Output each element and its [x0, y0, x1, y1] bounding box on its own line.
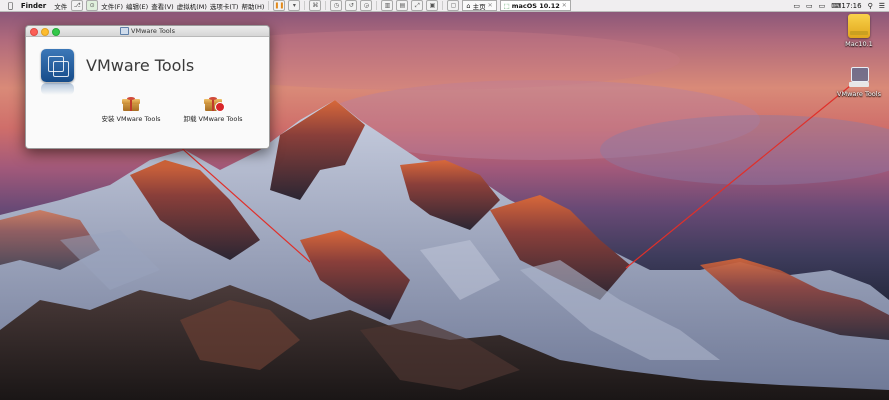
- disk-label: Mac10.1: [845, 40, 873, 48]
- vm-menu-tabs[interactable]: 选项卡(T): [210, 1, 239, 11]
- window-icon[interactable]: ▭: [793, 2, 800, 10]
- window-title: VMware Tools: [131, 27, 175, 35]
- uninstall-label: 卸载 VMware Tools: [183, 115, 243, 123]
- hard-disk-icon: [848, 14, 870, 38]
- pause-icon[interactable]: ❚❚: [273, 0, 286, 11]
- minimize-button[interactable]: [41, 28, 49, 36]
- vm-logo-icon[interactable]: ⎇: [71, 0, 84, 11]
- unity-icon[interactable]: ▣: [426, 0, 439, 11]
- product-title: VMware Tools: [86, 56, 195, 75]
- dropdown-icon[interactable]: ▾: [288, 0, 301, 11]
- vmtools-label: VMware Tools: [837, 90, 881, 98]
- console-view-icon[interactable]: ▢: [447, 0, 460, 11]
- window-titlebar[interactable]: VMware Tools: [26, 26, 269, 37]
- fullscreen-icon[interactable]: ⤢: [411, 0, 424, 11]
- install-vmware-tools[interactable]: 安装 VMware Tools: [96, 97, 166, 123]
- snapshot-manager-icon[interactable]: ◶: [360, 0, 373, 11]
- revert-snapshot-icon[interactable]: ↺: [345, 0, 358, 11]
- uninstall-vmware-tools[interactable]: 卸载 VMware Tools: [178, 97, 248, 123]
- vmware-tools-window: VMware Tools VMware Tools 安装 VMware Tool…: [25, 25, 270, 149]
- clock[interactable]: ⌨17:16: [831, 2, 861, 10]
- window-icon[interactable]: ▭: [806, 2, 813, 10]
- tab-home[interactable]: ⌂ 主页 ✕: [462, 0, 497, 11]
- tab-home-label: 主页: [467, 2, 486, 11]
- send-keys-icon[interactable]: ⌘: [309, 0, 322, 11]
- apple-menu-icon[interactable]: : [8, 1, 13, 10]
- close-button[interactable]: [30, 28, 38, 36]
- desktop-icon-vmware-tools[interactable]: VMware Tools: [836, 66, 882, 98]
- menu-file[interactable]: 文件: [54, 1, 67, 11]
- spotlight-icon[interactable]: ⚲: [868, 2, 873, 10]
- close-tab-icon[interactable]: ✕: [562, 2, 567, 9]
- tab-macos[interactable]: ⬚ macOS 10.12 ✕: [498, 0, 571, 11]
- close-tab-icon[interactable]: ✕: [488, 2, 493, 9]
- logo-reflection: [41, 83, 74, 95]
- menu-list-icon[interactable]: ☰: [879, 2, 885, 10]
- input-source-icon: ⌨: [831, 1, 842, 10]
- vm-toolbar: ⎇ ⊙ 文件(F) 编辑(E) 查看(V) 虚拟机(M) 选项卡(T) 帮助(H…: [71, 0, 571, 11]
- thumbnail-icon[interactable]: ▤: [396, 0, 409, 11]
- vm-menu-edit[interactable]: 编辑(E): [126, 1, 148, 11]
- menu-bar:  Finder 文件 ⎇ ⊙ 文件(F) 编辑(E) 查看(V) 虚拟机(M)…: [0, 0, 889, 12]
- home-icon: ⌂: [466, 2, 470, 10]
- install-label: 安装 VMware Tools: [101, 115, 161, 123]
- vm-tab-icon: ⬚: [498, 1, 510, 10]
- vm-menu-help[interactable]: 帮助(H): [241, 1, 264, 11]
- desktop-icon-disk[interactable]: Mac10.1: [838, 14, 880, 48]
- vm-menu-file[interactable]: 文件(F): [101, 1, 123, 11]
- menubar-status: ▭ ▭ ▭ ⌨17:16 ⚲ ☰: [793, 0, 885, 11]
- zoom-button[interactable]: [52, 28, 60, 36]
- clock-time: 17:16: [841, 1, 862, 10]
- uninstaller-package-icon: [204, 97, 225, 112]
- vmware-logo-icon: [41, 49, 74, 82]
- vm-home-icon[interactable]: ⊙: [86, 0, 99, 11]
- display-icon[interactable]: ▭: [819, 2, 826, 10]
- dvd-drive-icon: [848, 66, 870, 88]
- menu-finder[interactable]: Finder: [21, 2, 46, 10]
- disk-icon: [120, 27, 130, 35]
- vm-menu-vm[interactable]: 虚拟机(M): [177, 1, 207, 11]
- snapshot-icon[interactable]: ◷: [330, 0, 343, 11]
- sidebar-icon[interactable]: ▥: [381, 0, 394, 11]
- tab-macos-label: macOS 10.12: [506, 1, 560, 10]
- installer-package-icon: [122, 97, 140, 111]
- vm-menu-view[interactable]: 查看(V): [151, 1, 174, 11]
- window-content: VMware Tools 安装 VMware Tools 卸载 VMware T…: [26, 37, 269, 148]
